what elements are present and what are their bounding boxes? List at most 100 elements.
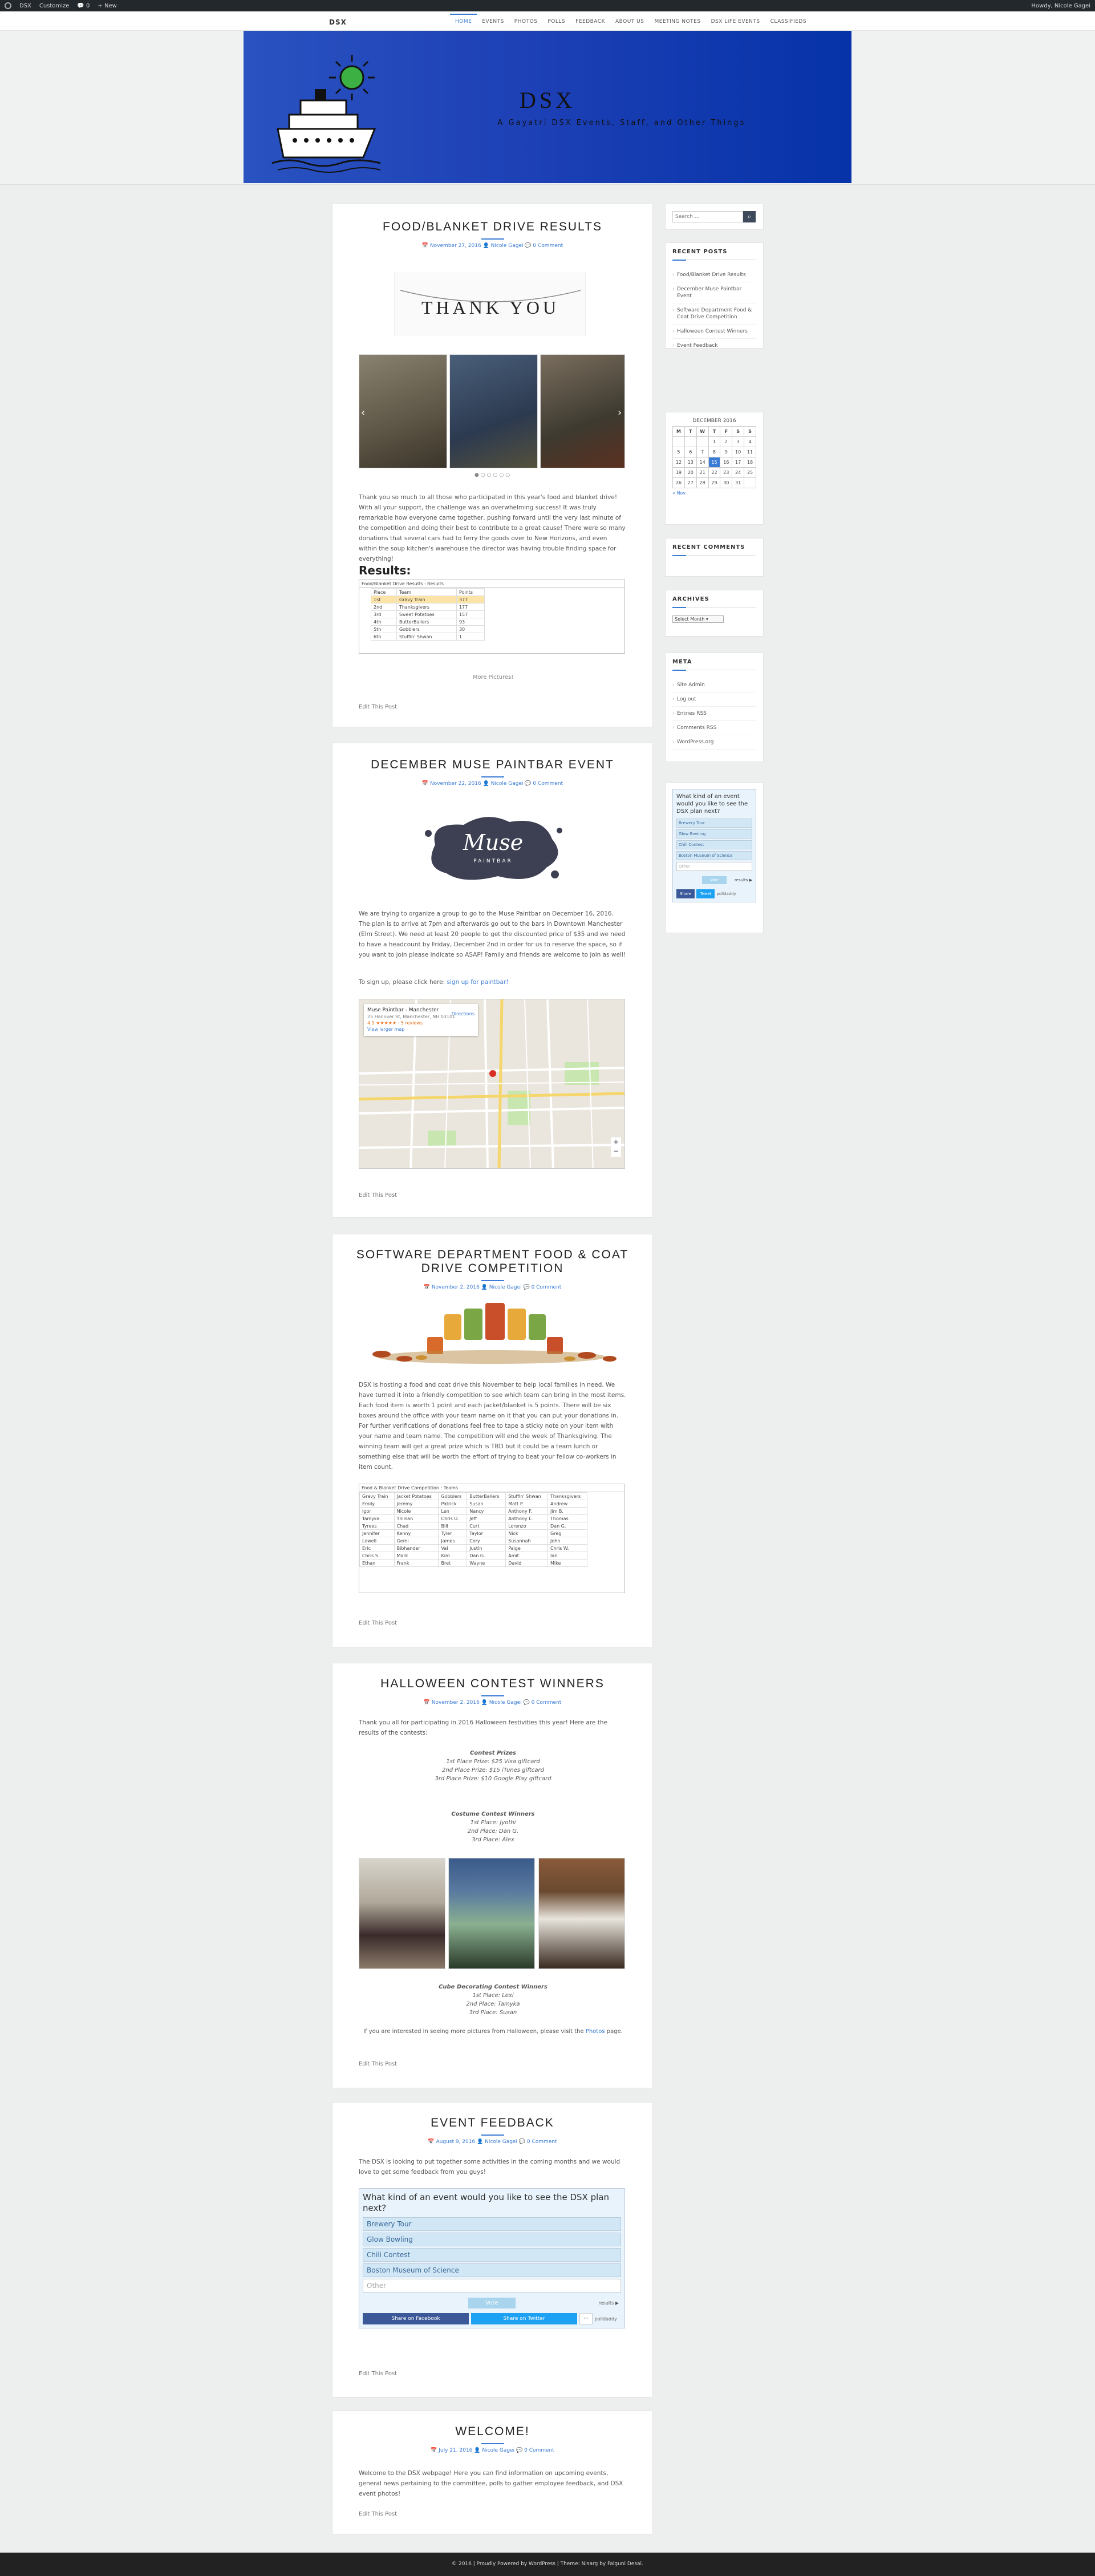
slider-photo-1[interactable]: [359, 354, 447, 468]
meta-link[interactable]: Entries RSS: [672, 707, 756, 721]
nav-item-classifieds[interactable]: CLASSIFIEDS: [765, 19, 812, 25]
nav-item-dsx-life-events[interactable]: DSX LIFE EVENTS: [706, 19, 765, 25]
slider-prev-arrow-icon[interactable]: ‹: [361, 407, 365, 419]
admin-customize-link[interactable]: Customize: [39, 3, 70, 9]
poll-option[interactable]: Glow Bowling: [363, 2233, 621, 2246]
edit-post-link[interactable]: Edit This Post: [359, 2061, 397, 2067]
recent-post-link[interactable]: Event Feedback: [672, 339, 756, 353]
slider-next-arrow-icon[interactable]: ›: [618, 407, 622, 419]
admin-new-link[interactable]: + New: [98, 3, 116, 9]
admin-comments-link[interactable]: 💬 0: [77, 3, 90, 9]
post-date[interactable]: November 27, 2016: [430, 243, 481, 249]
post-comments[interactable]: 0 Comment: [533, 781, 563, 787]
recent-post-link[interactable]: Food/Blanket Drive Results: [672, 268, 756, 282]
post-date[interactable]: July 21, 2016: [439, 2448, 472, 2453]
meta-link[interactable]: Log out: [672, 692, 756, 707]
edit-post-link[interactable]: Edit This Post: [359, 1192, 397, 1198]
post-author[interactable]: Nicole Gagei: [491, 781, 524, 787]
photos-page-link[interactable]: Photos: [586, 2028, 605, 2035]
sidebar-poll-option[interactable]: Brewery Tour: [676, 819, 752, 828]
post-date[interactable]: August 9, 2016: [436, 2139, 475, 2145]
edit-post-link[interactable]: Edit This Post: [359, 704, 397, 710]
recent-post-link[interactable]: Software Department Food & Coat Drive Co…: [672, 303, 756, 325]
poll-results-link[interactable]: results ▶: [599, 2300, 619, 2306]
nav-item-home[interactable]: HOME: [450, 14, 477, 25]
poll-vote-button[interactable]: Vote: [468, 2297, 516, 2308]
map-directions-link[interactable]: Directions: [452, 1011, 474, 1017]
post-comments[interactable]: 0 Comment: [532, 1285, 562, 1290]
edit-post-link[interactable]: Edit This Post: [359, 2511, 397, 2517]
sidebar-poll-option[interactable]: Boston Museum of Science: [676, 851, 752, 860]
slider-photo-3[interactable]: [540, 354, 625, 468]
post-author[interactable]: Nicole Gagei: [491, 243, 524, 249]
post-title[interactable]: FOOD/BLANKET DRIVE RESULTS: [332, 220, 652, 234]
signup-link[interactable]: sign up for paintbar!: [447, 979, 509, 986]
nav-item-about-us[interactable]: ABOUT US: [610, 19, 650, 25]
meta-link[interactable]: Comments RSS: [672, 721, 756, 735]
site-title[interactable]: DSX: [329, 18, 347, 26]
post-author[interactable]: Nicole Gagei: [482, 2448, 514, 2453]
sidebar-share-twitter-button[interactable]: Tweet: [696, 889, 715, 898]
costume-photo-2[interactable]: [448, 1858, 535, 1969]
meta-link[interactable]: WordPress.org: [672, 735, 756, 750]
post-date[interactable]: November 2, 2016: [432, 1285, 480, 1290]
post-comments[interactable]: 0 Comment: [527, 2139, 557, 2145]
edit-post-link[interactable]: Edit This Post: [359, 2371, 397, 2377]
poll-option[interactable]: Brewery Tour: [363, 2217, 621, 2231]
sidebar-poll-option[interactable]: Chili Contest: [676, 840, 752, 849]
nav-item-events[interactable]: EVENTS: [477, 19, 509, 25]
costume-photo-1[interactable]: [359, 1858, 445, 1969]
post-author[interactable]: Nicole Gagei: [489, 1700, 522, 1706]
sidebar-poll-results-link[interactable]: results ▶: [735, 878, 752, 882]
slider-photo-2[interactable]: [449, 354, 538, 468]
sidebar-poll-option[interactable]: Glow Bowling: [676, 829, 752, 839]
google-map[interactable]: Muse Paintbar - Manchester 25 Hanover St…: [359, 999, 625, 1169]
poll-option[interactable]: Boston Museum of Science: [363, 2263, 621, 2277]
nav-item-polls[interactable]: POLLS: [542, 19, 570, 25]
title-underline: [481, 2134, 504, 2136]
sidebar-poll-other-input[interactable]: Other: [676, 862, 752, 871]
nav-item-feedback[interactable]: FEEDBACK: [570, 19, 610, 25]
results-spreadsheet[interactable]: Food/Blanket Drive Results : Results Pla…: [359, 580, 625, 654]
nav-item-photos[interactable]: PHOTOS: [509, 19, 543, 25]
post-comments[interactable]: 0 Comment: [532, 1700, 562, 1706]
post-author[interactable]: Nicole Gagei: [485, 2139, 517, 2145]
post-title[interactable]: WELCOME!: [332, 2425, 652, 2439]
map-view-larger-link[interactable]: View larger map: [367, 1026, 474, 1032]
recent-post-link[interactable]: December Muse Paintbar Event: [672, 282, 756, 303]
sidebar-poll-vote-button[interactable]: Vote: [701, 876, 727, 884]
post-title[interactable]: HALLOWEEN CONTEST WINNERS: [332, 1677, 652, 1691]
search-input[interactable]: [672, 211, 743, 222]
post-title[interactable]: DECEMBER MUSE PAINTBAR EVENT: [332, 758, 652, 772]
share-more-button[interactable]: ···: [579, 2313, 593, 2324]
teams-spreadsheet[interactable]: Food & Blanket Drive Competition : Teams…: [359, 1484, 625, 1593]
slider-dots[interactable]: ●○○○○○: [332, 472, 654, 478]
calendar-prev-link[interactable]: « Nov: [672, 491, 756, 496]
post-title[interactable]: EVENT FEEDBACK: [332, 2116, 652, 2130]
search-button[interactable]: ⌕: [743, 211, 756, 222]
more-pictures-link[interactable]: More Pictures!: [332, 674, 654, 681]
poll-option[interactable]: Chili Contest: [363, 2248, 621, 2262]
share-facebook-button[interactable]: Share on Facebook: [363, 2313, 469, 2324]
poll-other-input[interactable]: Other: [363, 2279, 621, 2293]
post-comments[interactable]: 0 Comment: [533, 243, 563, 249]
archives-select[interactable]: Select Month ▾: [672, 615, 724, 623]
recent-post-link[interactable]: Halloween Contest Winners: [672, 325, 756, 339]
sidebar-share-facebook-button[interactable]: Share: [676, 889, 695, 898]
polldaddy-badge[interactable]: polldaddy: [595, 2316, 617, 2322]
nav-item-meeting-notes[interactable]: MEETING NOTES: [650, 19, 706, 25]
wordpress-icon[interactable]: [5, 2, 11, 9]
post-date[interactable]: November 2, 2016: [432, 1700, 480, 1706]
edit-post-link[interactable]: Edit This Post: [359, 1620, 397, 1626]
meta-link[interactable]: Site Admin: [672, 678, 756, 692]
costume-photo-3[interactable]: [538, 1858, 625, 1969]
post-author[interactable]: Nicole Gagei: [489, 1285, 522, 1290]
post-date[interactable]: November 22, 2016: [430, 781, 481, 787]
map-zoom-controls[interactable]: + −: [611, 1137, 621, 1157]
post-title[interactable]: SOFTWARE DEPARTMENT FOOD & COAT DRIVE CO…: [332, 1248, 652, 1275]
post-comments[interactable]: 0 Comment: [524, 2448, 554, 2453]
admin-greeting[interactable]: Howdy, Nicole Gagei: [1031, 3, 1090, 9]
share-twitter-button[interactable]: Share on Twitter: [471, 2313, 577, 2324]
admin-site-link[interactable]: DSX: [19, 3, 31, 9]
sidebar-polldaddy-badge[interactable]: polldaddy: [716, 892, 736, 896]
